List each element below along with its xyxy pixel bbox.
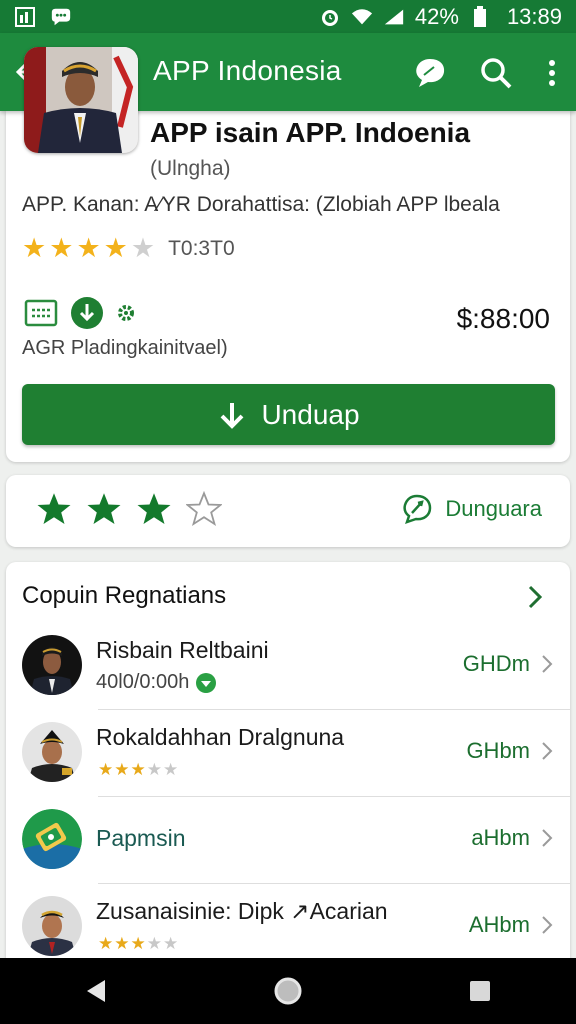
nav-back-button[interactable] [66, 966, 126, 1016]
app-icon [24, 47, 138, 153]
feedback-button[interactable]: Dunguara [401, 493, 542, 525]
star-filled-icon[interactable] [86, 491, 122, 527]
star-icon: ★ [98, 760, 114, 779]
star-empty-icon: ★ [163, 934, 179, 953]
related-apps-card: Copuin Regnatians Risbain Reltbaini 40l0… [6, 562, 570, 962]
triangle-back-icon [87, 980, 105, 1002]
rate-stars [36, 491, 222, 527]
more-vert-icon [549, 60, 555, 86]
download-button[interactable]: Unduap [22, 384, 555, 445]
search-button[interactable] [476, 53, 516, 93]
avatar [22, 635, 82, 695]
star-icon: ★ [98, 934, 114, 953]
app-rating: ★ ★ ★ ★ ★ T0:3T0 [22, 235, 235, 262]
rating-count: T0:3T0 [168, 236, 235, 260]
keyboard-icon [24, 299, 58, 327]
star-icon: ★ [130, 760, 146, 779]
app-description: APP. Kanan: A∕YR Dorahattisa: (Zlobiah A… [22, 193, 500, 216]
star-icon: ★ [76, 233, 101, 263]
battery-percent: 42% [414, 3, 459, 29]
status-bar: 42% 13:89 [0, 0, 576, 33]
list-title: Copuin Regnatians [22, 582, 227, 609]
avatar [22, 722, 82, 782]
chat-icon [50, 6, 72, 28]
chevron-right-icon [542, 742, 553, 760]
feedback-icon [403, 494, 432, 524]
download-arrow-icon [221, 402, 244, 429]
star-filled-icon[interactable] [36, 491, 72, 527]
list-item[interactable]: Zusanaisinie: Dipk ↗Acarian ★ ★ ★ ★ ★ AHbm [6, 884, 570, 962]
item-subtitle-text: 40l0/0:00h [96, 671, 190, 693]
star-empty-icon: ★ [130, 233, 156, 263]
chat-bubble-icon [416, 59, 445, 87]
item-size: GHbm [466, 738, 530, 763]
nav-recents-button[interactable] [450, 966, 510, 1016]
meta-icons [24, 296, 136, 330]
star-icon: ★ [49, 233, 74, 263]
app-logo [22, 809, 82, 869]
item-title: Rokaldahhan Dralgnuna [96, 724, 345, 750]
item-rating: ★ ★ ★ ★ ★ [98, 934, 178, 954]
star-icon: ★ [114, 760, 130, 779]
item-rating: ★ ★ ★ ★ ★ [98, 760, 178, 780]
download-circle-icon [71, 297, 103, 329]
signal-icon [383, 6, 405, 28]
app-subtitle: (Ulngha) [150, 157, 231, 180]
search-icon [481, 58, 512, 89]
app-bar-title: APP Indonesia [153, 55, 342, 86]
item-title: Zusanaisinie: Dipk ↗Acarian [96, 898, 388, 924]
overflow-menu-button[interactable] [542, 53, 562, 93]
star-empty-icon: ★ [146, 760, 162, 779]
item-title: Papmsin [96, 825, 186, 851]
alarm-icon [319, 6, 341, 28]
item-size: AHbm [468, 912, 530, 937]
star-filled-icon[interactable] [136, 491, 172, 527]
feedback-label: Dunguara [445, 496, 542, 521]
chevron-right-icon[interactable] [520, 582, 550, 612]
meta-label: AGR Pladingkainitvael) [22, 337, 228, 359]
star-icon: ★ [114, 934, 130, 953]
list-item[interactable]: Papmsin aHbm [6, 797, 570, 884]
avatar [22, 896, 82, 956]
battery-icon [469, 5, 491, 28]
star-outline-icon[interactable] [186, 491, 222, 527]
star-icon: ★ [130, 934, 146, 953]
app-price: $:88:00 [456, 303, 550, 334]
rate-card: Dunguara [6, 475, 570, 547]
chat-button[interactable] [410, 53, 450, 93]
star-empty-icon: ★ [146, 934, 162, 953]
gallery-icon [14, 6, 36, 28]
wifi-icon [351, 6, 373, 28]
chevron-right-icon [542, 655, 553, 673]
list-item[interactable]: Rokaldahhan Dralgnuna ★ ★ ★ ★ ★ GHbm [6, 710, 570, 797]
star-icon: ★ [103, 233, 128, 263]
item-size: aHbm [471, 825, 530, 850]
item-size: GHDm [462, 651, 530, 676]
settings-gear-icon [118, 305, 134, 321]
app-name: APP isain APP. Indoenia [150, 117, 471, 148]
system-nav-bar [0, 958, 576, 1024]
chevron-right-icon [542, 829, 553, 847]
verified-icon [196, 672, 217, 693]
nav-home-button[interactable] [258, 966, 318, 1016]
app-details-card: APP isain APP. Indoenia (Ulngha) APP. Ka… [6, 47, 570, 462]
chevron-right-icon [542, 916, 553, 934]
download-button-label: Unduap [261, 398, 360, 430]
item-title: Risbain Reltbaini [96, 637, 269, 663]
square-recents-icon [470, 981, 490, 1001]
circle-home-icon [274, 977, 302, 1005]
star-icon: ★ [22, 233, 47, 263]
star-empty-icon: ★ [163, 760, 179, 779]
item-subtitle: 40l0/0:00h [96, 671, 217, 694]
list-item[interactable]: Risbain Reltbaini 40l0/0:00h GHDm [6, 623, 570, 710]
clock: 13:89 [506, 3, 562, 29]
